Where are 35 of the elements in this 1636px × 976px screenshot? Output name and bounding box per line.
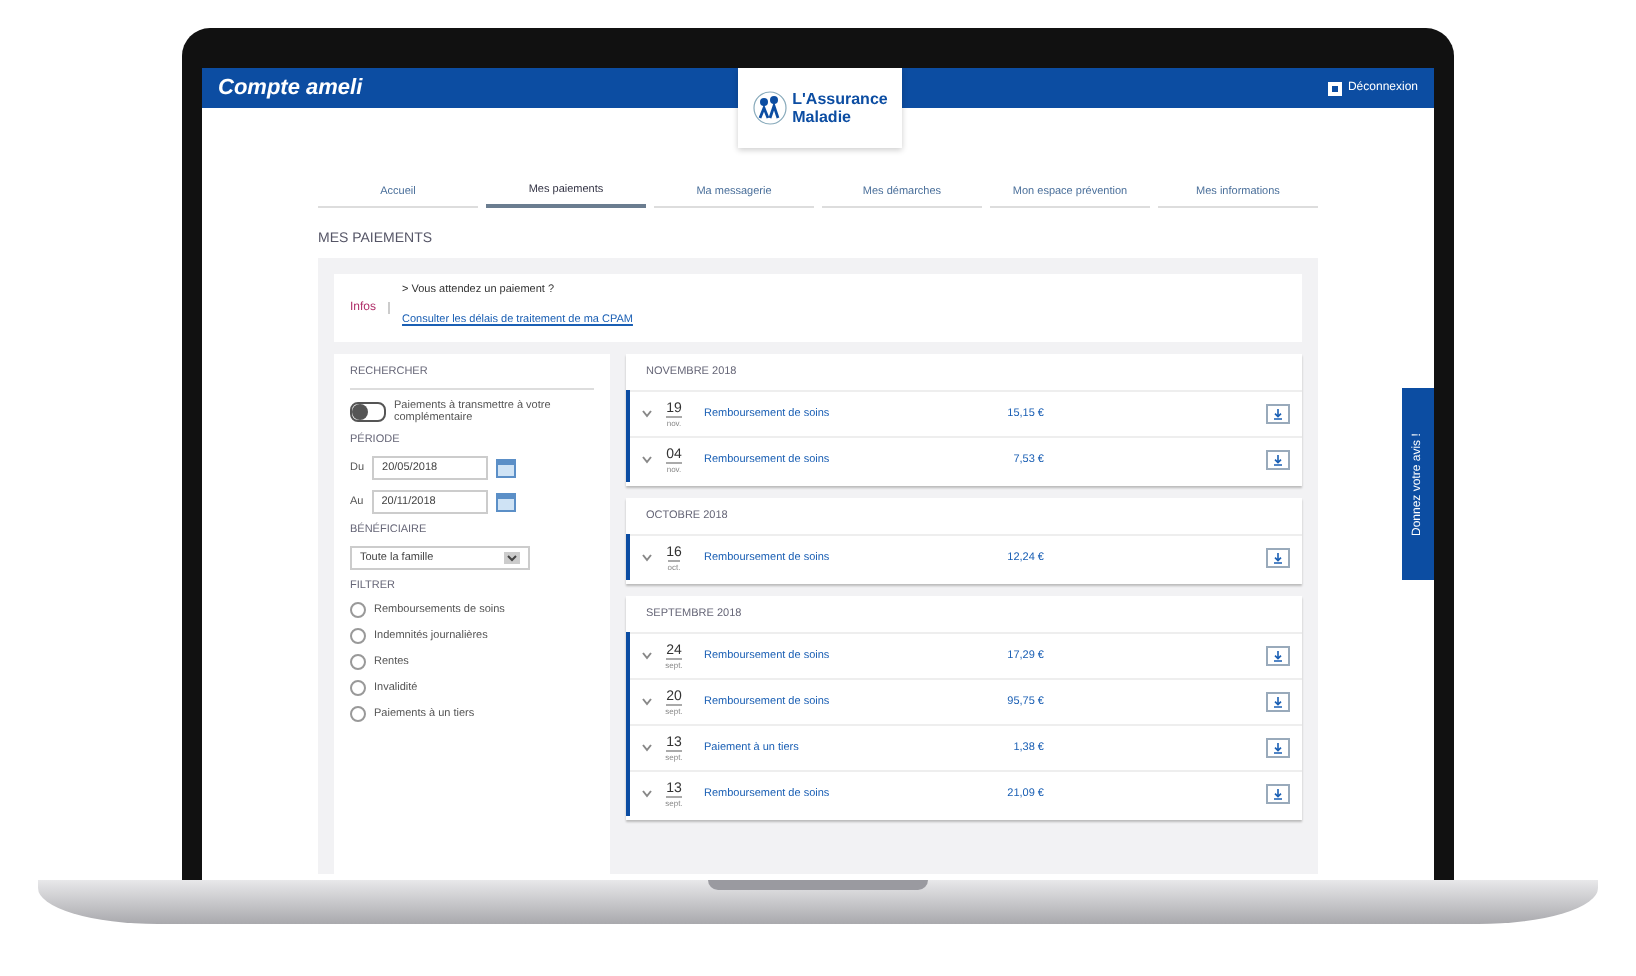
chevron-icon[interactable] xyxy=(642,554,652,562)
calendar-icon[interactable] xyxy=(496,458,517,478)
chevron-icon[interactable] xyxy=(642,698,652,706)
download-button[interactable] xyxy=(1266,404,1290,424)
logout-icon[interactable] xyxy=(1327,81,1342,95)
download-icon[interactable] xyxy=(1272,788,1284,800)
download-button[interactable] xyxy=(1266,692,1290,712)
download-icon[interactable] xyxy=(1272,696,1284,708)
chevron-icon[interactable] xyxy=(642,744,652,752)
download-button[interactable] xyxy=(1266,450,1290,470)
logo[interactable]: L'Assurance Maladie xyxy=(738,68,902,148)
download-button[interactable] xyxy=(1266,784,1290,804)
download-button[interactable] xyxy=(1266,738,1290,758)
chevron-icon[interactable] xyxy=(642,652,652,660)
radio-button[interactable] xyxy=(350,706,366,722)
radio-button[interactable] xyxy=(350,654,366,670)
radio-button[interactable] xyxy=(350,628,366,644)
download-icon[interactable] xyxy=(1272,552,1284,564)
site-title: Compte ameli xyxy=(218,76,363,100)
people-logo-icon xyxy=(752,90,789,126)
chevron-icon[interactable] xyxy=(642,790,652,798)
radio-button[interactable] xyxy=(350,602,366,618)
calendar-icon[interactable] xyxy=(495,492,516,512)
chevron-icon[interactable] xyxy=(642,456,652,464)
toggle-switch[interactable] xyxy=(350,402,386,422)
download-icon[interactable] xyxy=(1272,408,1284,420)
chevron-icon[interactable] xyxy=(642,410,652,418)
download-icon[interactable] xyxy=(1272,454,1284,466)
logo-text: L'Assurance Maladie xyxy=(792,90,888,126)
radio-button[interactable] xyxy=(350,680,366,696)
caret-icon[interactable] xyxy=(504,552,520,564)
download-icon[interactable] xyxy=(1272,742,1284,754)
download-button[interactable] xyxy=(1266,646,1290,666)
download-button[interactable] xyxy=(1266,548,1290,568)
download-icon[interactable] xyxy=(1272,650,1284,662)
